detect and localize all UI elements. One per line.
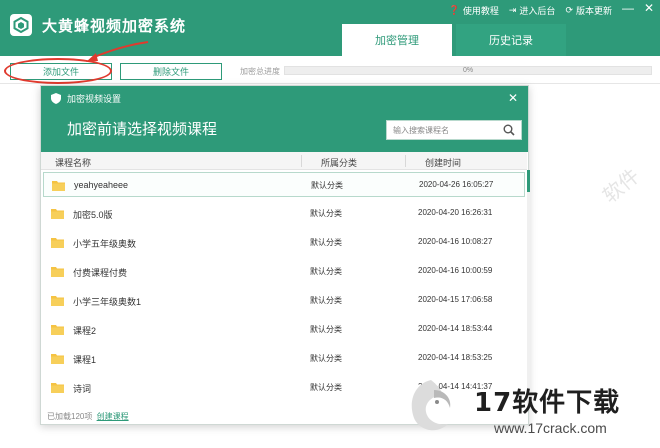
progress-label: 加密总进度 [240,67,280,76]
progress-percent: 0% [462,67,474,74]
course-category: 默认分类 [310,354,342,363]
watermark-text-right: 软件 [597,163,644,208]
folder-icon [51,209,64,219]
top-links: ❓ 使用教程 ⇥ 进入后台 ⟳ 版本更新 [449,4,612,17]
table-row[interactable]: 小学三年级奥数1 默认分类 2020-04-15 17:06:58 [43,288,525,313]
dragon-logo-icon [411,380,451,431]
column-divider [301,155,302,167]
table-header: 课程名称 所属分类 创建时间 [41,152,527,170]
tab-encryption-manage[interactable]: 加密管理 [342,24,452,56]
update-icon: ⟳ [565,5,573,15]
course-created-time: 2020-04-15 17:06:58 [418,295,493,304]
update-label: 版本更新 [575,6,612,16]
column-created-time: 创建时间 [425,158,462,168]
column-course-name: 课程名称 [55,158,92,168]
dialog-header: 加密视频设置 ✕ 加密前请选择视频课程 [41,86,528,152]
course-created-time: 2020-04-14 18:53:25 [418,353,493,362]
table-row[interactable]: 加密5.0版 默认分类 2020-04-20 16:26:31 [43,201,525,226]
course-category: 默认分类 [310,325,342,334]
annotation-arrow-icon [86,41,149,62]
scrollbar-thumb[interactable] [527,170,530,192]
dialog-title: 加密视频设置 [67,94,122,104]
course-category: 默认分类 [310,383,342,392]
brand-watermark: 17软件下载 www.17crack.com [398,368,660,448]
course-created-time: 2020-04-26 16:05:27 [419,180,494,189]
column-category: 所属分类 [321,158,358,168]
folder-icon [51,238,64,248]
table-row[interactable]: yeahyeaheee 默认分类 2020-04-26 16:05:27 [43,172,525,197]
course-created-time: 2020-04-16 10:08:27 [418,237,493,246]
table-row[interactable]: 课程2 默认分类 2020-04-14 18:53:44 [43,317,525,342]
course-created-time: 2020-04-14 18:53:44 [418,324,493,333]
minimize-button[interactable]: — [622,2,634,14]
folder-icon [51,296,64,306]
progress-bar: 0% [284,66,652,75]
course-search-box [386,120,522,140]
dialog-title-row: 加密视频设置 [51,92,121,105]
app-logo-icon [10,14,32,36]
table-row[interactable]: 付费课程付费 默认分类 2020-04-16 10:00:59 [43,259,525,284]
help-icon: ❓ [448,5,460,15]
shield-icon [51,93,61,104]
course-created-time: 2020-04-16 10:00:59 [418,266,493,275]
dialog-close-button[interactable]: ✕ [508,91,518,105]
folder-icon [51,383,64,393]
course-name: 小学三年级奥数1 [73,297,142,307]
course-name: 小学五年级奥数 [73,239,137,249]
course-category: 默认分类 [310,296,342,305]
login-link[interactable]: ⇥ 进入后台 [509,4,556,17]
app-title: 大黄蜂视频加密系统 [42,17,187,35]
update-link[interactable]: ⟳ 版本更新 [565,4,612,17]
course-search-input[interactable] [387,121,497,139]
tab-history[interactable]: 历史记录 [456,24,566,56]
brand-url: www.17crack.com [494,420,607,436]
folder-icon [52,181,65,191]
course-category: 默认分类 [310,267,342,276]
close-window-button[interactable]: ✕ [644,2,654,14]
table-row[interactable]: 小学五年级奥数 默认分类 2020-04-16 10:08:27 [43,230,525,255]
column-divider [405,155,406,167]
course-category: 默认分类 [311,181,343,190]
folder-icon [51,325,64,335]
course-name: 加密5.0版 [73,210,113,220]
course-name: 课程2 [73,326,97,336]
create-course-link[interactable]: 创建课程 [97,412,129,421]
loaded-count: 已加载120项 [47,412,93,421]
help-label: 使用教程 [462,6,499,16]
dialog-footer: 已加载120项 创建课程 [47,411,129,422]
help-link[interactable]: ❓ 使用教程 [449,4,499,17]
login-icon: ⇥ [508,5,517,15]
course-created-time: 2020-04-20 16:26:31 [418,208,493,217]
folder-icon [51,354,64,364]
login-label: 进入后台 [519,6,556,16]
course-category: 默认分类 [310,209,342,218]
course-name: yeahyeaheee [74,180,129,190]
folder-icon [51,267,64,277]
course-name: 课程1 [73,355,97,365]
delete-file-button[interactable]: 删除文件 [120,63,222,80]
search-icon[interactable] [503,124,515,136]
course-name: 付费课程付费 [73,268,128,278]
course-name: 诗词 [73,384,92,394]
window-controls: — ✕ [622,2,654,14]
dialog-heading: 加密前请选择视频课程 [67,120,218,138]
course-category: 默认分类 [310,238,342,247]
brand-name: 17软件下载 [474,388,621,418]
